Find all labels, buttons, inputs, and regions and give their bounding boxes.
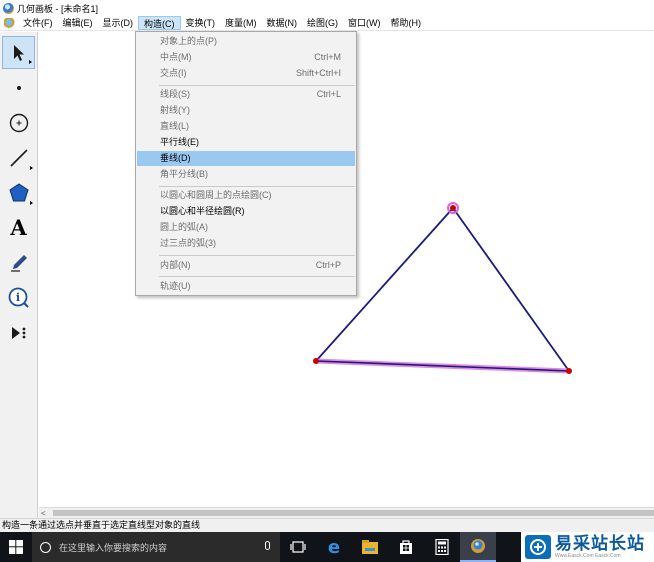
edge-browser-button[interactable]: e: [316, 532, 352, 562]
menu-window[interactable]: 窗口(W): [343, 16, 386, 30]
watermark-title: 易采站长站: [555, 534, 645, 554]
menu-item-point-on-object[interactable]: 对象上的点(P): [137, 34, 355, 49]
tool-more-indicator: [29, 60, 32, 64]
title-bar: 几何画板 - [未命名1]: [0, 0, 654, 16]
point-tool[interactable]: [2, 71, 35, 104]
menu-data[interactable]: 数据(N): [262, 16, 303, 30]
status-bar: 构造一条通过选点并垂直于选定直线型对象的直线: [0, 518, 654, 532]
menu-item-parallel-line[interactable]: 平行线(E): [137, 135, 355, 150]
task-view-button[interactable]: [280, 532, 316, 562]
svg-text:i: i: [15, 291, 19, 304]
menu-separator: [159, 255, 355, 256]
information-tool-icon: i: [8, 287, 29, 308]
menu-edit[interactable]: 编辑(E): [58, 16, 98, 30]
app-window: 几何画板 - [未命名1] 文件(F) 编辑(E) 显示(D) 构造(C) 变换…: [0, 0, 654, 562]
menu-item-interior[interactable]: 内部(N) Ctrl+P: [137, 258, 355, 273]
menu-item-circle-by-center-point[interactable]: 以圆心和圆周上的点绘圆(C): [137, 188, 355, 203]
menu-item-segment[interactable]: 线段(S) Ctrl+L: [137, 87, 355, 102]
file-explorer-icon: [362, 540, 378, 554]
site-watermark: 易采站长站 Www.Easck.Com Easck.Com: [521, 532, 654, 562]
horizontal-scrollbar[interactable]: <: [39, 507, 654, 518]
status-text: 构造一条通过选点并垂直于选定直线型对象的直线: [2, 520, 201, 530]
start-button[interactable]: [0, 532, 32, 562]
task-view-icon: [290, 541, 306, 553]
text-tool[interactable]: A: [2, 211, 35, 244]
shortcut-label: Ctrl+L: [316, 89, 341, 99]
menu-measure[interactable]: 度量(M): [220, 16, 262, 30]
file-explorer-button[interactable]: [352, 532, 388, 562]
text-tool-icon: A: [10, 215, 27, 240]
custom-tool-icon: [11, 326, 25, 339]
marker-tool-icon: [10, 254, 27, 272]
scroll-left-icon[interactable]: <: [41, 509, 46, 518]
point-tool-icon: [16, 85, 21, 90]
tool-more-indicator: [30, 166, 33, 170]
polygon-tool-icon: [8, 182, 29, 201]
straightedge-tool[interactable]: [2, 141, 35, 174]
calculator-button[interactable]: [424, 532, 460, 562]
marker-tool[interactable]: [2, 246, 35, 279]
menu-display[interactable]: 显示(D): [98, 16, 139, 30]
toolbox: A i: [0, 32, 38, 519]
triangle-side-right[interactable]: [452, 207, 570, 372]
menu-item-ray[interactable]: 射线(Y): [137, 103, 355, 118]
window-title: 几何画板 - [未命名1]: [17, 3, 99, 14]
cortana-icon: [40, 541, 51, 553]
calculator-icon: [435, 539, 449, 555]
search-placeholder: 在这里输入你要搜索的内容: [59, 542, 168, 553]
windows-start-icon: [9, 540, 23, 554]
edge-browser-icon: e: [328, 538, 340, 556]
menu-bar: 文件(F) 编辑(E) 显示(D) 构造(C) 变换(T) 度量(M) 数据(N…: [0, 16, 654, 31]
sketchpad-taskbar-button[interactable]: [460, 532, 496, 562]
arrow-select-tool-icon: [13, 44, 24, 61]
menu-item-midpoint[interactable]: 中点(M) Ctrl+M: [137, 50, 355, 65]
menu-construct[interactable]: 构造(C): [138, 16, 181, 30]
menu-separator: [159, 276, 355, 277]
triangle-right-point[interactable]: [566, 368, 572, 374]
compass-tool[interactable]: [2, 106, 35, 139]
menu-item-arc-on-circle[interactable]: 圆上的弧(A): [137, 220, 355, 235]
information-tool[interactable]: i: [2, 281, 35, 314]
menu-separator: [159, 186, 355, 187]
menu-item-line[interactable]: 直线(L): [137, 119, 355, 134]
shortcut-label: Ctrl+P: [315, 260, 341, 270]
straightedge-tool-icon: [9, 148, 28, 167]
store-button[interactable]: [388, 532, 424, 562]
compass-tool-icon: [9, 113, 28, 132]
menu-help[interactable]: 帮助(H): [386, 16, 427, 30]
sketchpad-app-icon: [471, 539, 485, 553]
svg-text:e: e: [328, 538, 340, 556]
microphone-icon[interactable]: [265, 541, 270, 550]
menu-separator: [159, 85, 355, 86]
menu-item-perpendicular-line[interactable]: 垂线(D): [137, 151, 355, 166]
tool-more-indicator: [30, 201, 33, 205]
triangle-apex-point[interactable]: [450, 205, 456, 211]
menu-transform[interactable]: 变换(T): [181, 16, 221, 30]
menu-item-intersection[interactable]: 交点(I) Shift+Ctrl+I: [137, 66, 355, 81]
menu-file[interactable]: 文件(F): [18, 16, 58, 30]
polygon-tool[interactable]: [2, 176, 35, 209]
menu-item-arc-through-three-points[interactable]: 过三点的弧(3): [137, 236, 355, 251]
watermark-subtitle: Www.Easck.Com Easck.Com: [555, 553, 621, 559]
triangle-left-point[interactable]: [313, 358, 319, 364]
watermark-logo-icon: [525, 535, 551, 559]
shortcut-label: Ctrl+M: [314, 52, 341, 62]
triangle-base-selected[interactable]: [315, 360, 570, 372]
scrollbar-thumb[interactable]: [53, 510, 654, 516]
shortcut-label: Shift+Ctrl+I: [295, 68, 341, 78]
arrow-select-tool[interactable]: [2, 36, 35, 69]
custom-tool[interactable]: [2, 316, 35, 349]
store-icon: [400, 540, 412, 554]
document-icon[interactable]: [4, 17, 15, 29]
menu-item-angle-bisector[interactable]: 角平分线(B): [137, 167, 355, 182]
menu-graph[interactable]: 绘图(G): [302, 16, 343, 30]
taskbar-search-box[interactable]: 在这里输入你要搜索的内容: [32, 532, 280, 562]
menu-item-locus[interactable]: 轨迹(U): [137, 279, 355, 294]
construct-menu-dropdown: 对象上的点(P) 中点(M) Ctrl+M 交点(I) Shift+Ctrl+I…: [135, 31, 357, 296]
sketchpad-app-icon: [3, 2, 14, 14]
menu-item-circle-by-center-radius[interactable]: 以圆心和半径绘圆(R): [137, 204, 355, 219]
